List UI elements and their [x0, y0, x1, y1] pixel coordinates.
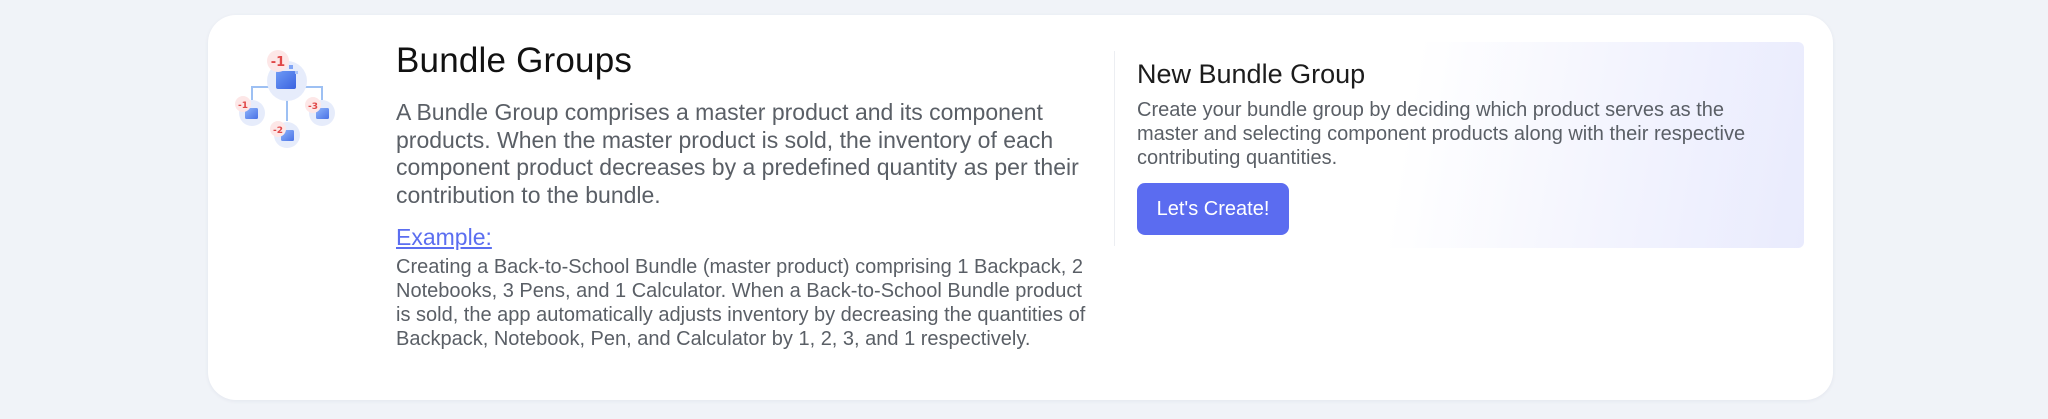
svg-text:-1: -1 [238, 101, 248, 111]
svg-text:-2: -2 [273, 126, 283, 136]
lets-create-button[interactable]: Let's Create! [1137, 183, 1289, 235]
new-bundle-group-description: Create your bundle group by deciding whi… [1137, 99, 1746, 169]
intro-section: Bundle Groups A Bundle Group comprises a… [396, 41, 1096, 351]
bundle-groups-card: -1 -1 -2 -3 Bundle Groups A Bundle Group… [208, 15, 1833, 400]
svg-text:-3: -3 [308, 102, 318, 112]
example-text: Creating a Back-to-School Bundle (master… [396, 256, 1086, 350]
bundle-group-description: A Bundle Group comprises a master produc… [396, 99, 1079, 208]
new-bundle-group-title: New Bundle Group [1137, 59, 1366, 89]
new-bundle-group-panel: New Bundle Group Create your bundle grou… [1115, 42, 1804, 248]
page-title: Bundle Groups [396, 41, 633, 80]
example-link[interactable]: Example: [396, 223, 492, 251]
bundle-hierarchy-icon: -1 -1 -2 -3 [235, 50, 335, 148]
svg-text:-1: -1 [271, 55, 285, 70]
